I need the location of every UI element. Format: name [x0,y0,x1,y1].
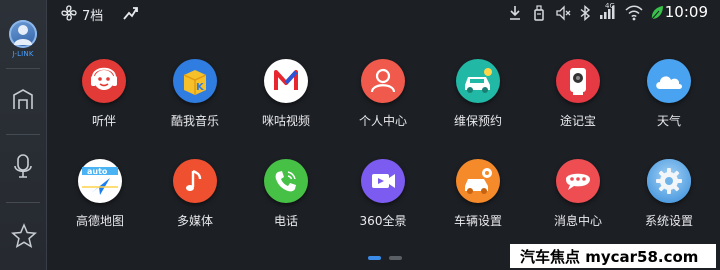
divider [6,202,40,203]
profile-label: J-LINK [12,50,34,58]
download-icon [510,6,520,20]
avatar [9,20,37,48]
amap-icon: auto [78,159,122,203]
app-multimedia[interactable]: 多媒体 [151,159,239,255]
app-kuwo-music[interactable]: K 酷我音乐 [151,59,239,155]
favorites-button[interactable] [0,206,46,266]
app-label: 个人中心 [358,114,407,128]
app-icon [556,159,600,203]
watermark: 汽车焦点 mycar58.com [510,244,716,268]
camera-icon [361,159,405,203]
app-icon [556,59,600,103]
app-icon [456,59,500,103]
app-icon [647,159,691,203]
app-tingban[interactable]: 听伴 [60,59,148,155]
dashcam-icon [556,59,600,103]
mute-indicator [555,5,571,25]
car-settings-icon [456,159,500,203]
cloud-icon [647,59,691,103]
app-user-center[interactable]: 个人中心 [339,59,427,155]
divider [6,68,40,69]
home-button[interactable] [0,70,46,130]
usb-indicator [532,5,546,25]
app-phone[interactable]: 电话 [242,159,330,255]
profile-button[interactable]: J-LINK [0,0,46,66]
gear-icon [647,159,691,203]
phone-icon [264,159,308,203]
app-icon: auto [78,159,122,203]
app-icon [361,159,405,203]
watermark-text: 汽车焦点 mycar58.com [520,248,699,266]
app-icon [647,59,691,103]
page-indicator[interactable] [389,256,402,260]
download-indicator [508,5,522,25]
tingban-icon [82,59,126,103]
page-indicator-active[interactable] [368,256,381,260]
status-bar: 7档 4G 10:09 [46,0,720,28]
app-system-settings[interactable]: 系统设置 [625,159,713,255]
app-icon [456,159,500,203]
wifi-icon [625,5,643,21]
usb-icon [534,5,544,21]
app-label: 途记宝 [559,114,596,128]
app-icon: K [173,59,217,103]
app-label: 消息中心 [553,214,602,228]
app-dashcam[interactable]: 途记宝 [534,59,622,155]
app-icon [361,59,405,103]
app-amap[interactable]: auto 高德地图 [56,159,144,255]
app-maintenance-booking[interactable]: 维保预约 [434,59,522,155]
eco-indicator [650,5,664,25]
wifi-indicator [625,5,643,25]
app-label: 多媒体 [176,214,213,228]
app-label: 360全景 [359,214,407,228]
app-label: 系统设置 [644,214,693,228]
home-icon [13,89,33,109]
app-icon [264,59,308,103]
app-label: 车辆设置 [453,214,502,228]
fan-level: 7档 [82,9,104,24]
car-service-icon [456,59,500,103]
leaf-icon [651,6,663,20]
divider [6,134,40,135]
avatar-person-icon [14,25,32,45]
app-label: 天气 [656,114,681,128]
app-label: 高德地图 [75,214,124,228]
app-label: 维保预约 [453,114,502,128]
sidebar: J-LINK [0,0,47,270]
app-icon [173,159,217,203]
network-type: 4G [605,2,615,10]
kuwo-music-icon: K [173,59,217,103]
svg-text:auto: auto [87,167,108,176]
app-label: 电话 [273,214,298,228]
app-label: 酷我音乐 [170,114,219,128]
app-message-center[interactable]: 消息中心 [534,159,622,255]
message-icon [556,159,600,203]
microphone-icon [14,154,32,178]
app-icon [264,159,308,203]
bluetooth-indicator [579,4,591,25]
star-icon [11,223,37,249]
voice-button[interactable] [0,136,46,196]
app-vehicle-settings[interactable]: 车辆设置 [434,159,522,255]
svg-text:K: K [196,82,205,93]
app-label: 听伴 [91,114,116,128]
app-weather[interactable]: 天气 [625,59,713,155]
bluetooth-icon [580,4,591,22]
fan-button[interactable] [60,4,78,26]
app-360-view[interactable]: 360全景 [339,159,427,255]
fan-icon [61,5,77,21]
app-label: 咪咕视频 [261,114,310,128]
shortcut-icon [123,7,138,20]
user-icon [361,59,405,103]
mute-icon [556,5,571,21]
migu-video-icon [264,59,308,103]
app-migu-video[interactable]: 咪咕视频 [242,59,330,155]
shortcut-button[interactable] [122,4,140,26]
clock: 10:09 [664,3,708,21]
music-note-icon [173,159,217,203]
app-icon [82,59,126,103]
